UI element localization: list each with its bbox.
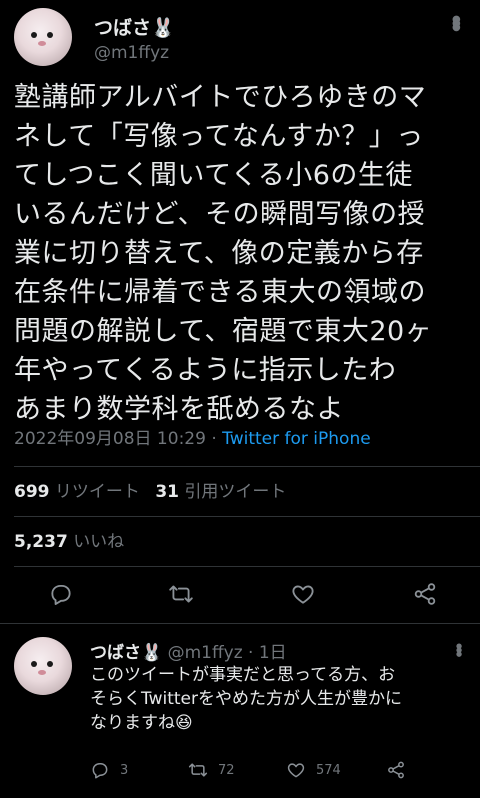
- reply-replies[interactable]: 3: [90, 760, 128, 780]
- reply-line: そらくTwitterをやめた方が人生が豊かに: [90, 689, 402, 709]
- divider: [14, 466, 480, 467]
- reply-likes[interactable]: 574: [286, 760, 341, 780]
- tweet-line: 塾講師アルバイトでひろゆきのマ: [14, 82, 427, 113]
- divider: [14, 566, 480, 567]
- author-handle[interactable]: @m1ffyz: [94, 43, 169, 63]
- quotes-count: 31: [155, 482, 179, 502]
- tweet-timestamp[interactable]: 2022年09月08日 10:29 ·: [14, 429, 222, 449]
- avatar-eye: [47, 32, 53, 38]
- avatar-eye: [47, 661, 53, 667]
- tweet-line: 年やってくるように指示したわ: [14, 355, 397, 386]
- tweet-line: いるんだけど、その瞬間写像の授: [14, 199, 426, 230]
- avatar-nose: [38, 670, 46, 675]
- reply-avatar[interactable]: [14, 637, 72, 695]
- reply-author-name[interactable]: つばさ🐰: [90, 643, 162, 663]
- share-icon[interactable]: [412, 581, 438, 607]
- avatar-eye: [31, 32, 37, 38]
- tweet-line: 業に切り替えて、像の定義から存: [14, 238, 424, 269]
- reply-handle[interactable]: @m1ffyz · 1日: [168, 643, 287, 663]
- tweet-line: 在条件に帰着できる東大の領域の: [14, 277, 426, 308]
- author-name[interactable]: つばさ🐰: [94, 13, 175, 40]
- retweets-stat[interactable]: 699 リツイート: [14, 482, 140, 502]
- retweet-icon[interactable]: [168, 581, 194, 607]
- avatar[interactable]: [14, 8, 72, 66]
- reply-line: なりますね😆: [90, 713, 193, 733]
- tweet-meta: 2022年09月08日 10:29 · Twitter for iPhone: [14, 424, 371, 449]
- divider: [14, 516, 480, 517]
- avatar-eye: [31, 661, 37, 667]
- avatar-nose: [38, 41, 46, 46]
- like-icon[interactable]: [290, 581, 316, 607]
- reply-replies-count: 3: [120, 762, 129, 778]
- reply-likes-count: 574: [316, 762, 341, 778]
- more-options-icon[interactable]: ● ● ●: [452, 15, 461, 33]
- divider: [0, 623, 480, 624]
- retweets-count: 699: [14, 482, 50, 502]
- engagement-row: 699 リツイート 31 引用ツイート: [14, 477, 286, 502]
- reply-text: このツイートが事実だと思ってる方、お そらくTwitterをやめた方が人生が豊か…: [90, 663, 476, 735]
- retweet-icon: [188, 760, 208, 780]
- tweet-source-link[interactable]: Twitter for iPhone: [222, 429, 371, 449]
- reply-icon: [90, 760, 110, 780]
- tweet-line: てしつこく聞いてくる小6の生徒: [14, 160, 413, 191]
- quotes-stat[interactable]: 31 引用ツイート: [155, 482, 286, 502]
- tweet-line: ネして「写像ってなんすか？」っ: [14, 121, 424, 152]
- reply-line: このツイートが事実だと思ってる方、お: [90, 665, 396, 685]
- tweet-text: 塾講師アルバイトでひろゆきのマ ネして「写像ってなんすか？」っ てしつこく聞いて…: [14, 78, 474, 429]
- reply-icon[interactable]: [48, 581, 74, 607]
- reply-share-icon[interactable]: [386, 760, 406, 780]
- likes-label: いいね: [73, 532, 125, 552]
- reply-retweets-count: 72: [218, 762, 235, 778]
- like-icon: [286, 760, 306, 780]
- likes-count: 5,237: [14, 532, 68, 552]
- quotes-label: 引用ツイート: [184, 482, 287, 502]
- reply-header: つばさ🐰 @m1ffyz · 1日: [90, 638, 287, 663]
- reply-more-options-icon[interactable]: ● ● ●: [456, 643, 462, 658]
- retweets-label: リツイート: [54, 482, 140, 502]
- reply-retweets[interactable]: 72: [188, 760, 235, 780]
- likes-stat[interactable]: 5,237 いいね: [14, 527, 124, 552]
- tweet-line: 問題の解説して、宿題で東大20ヶ: [14, 316, 433, 347]
